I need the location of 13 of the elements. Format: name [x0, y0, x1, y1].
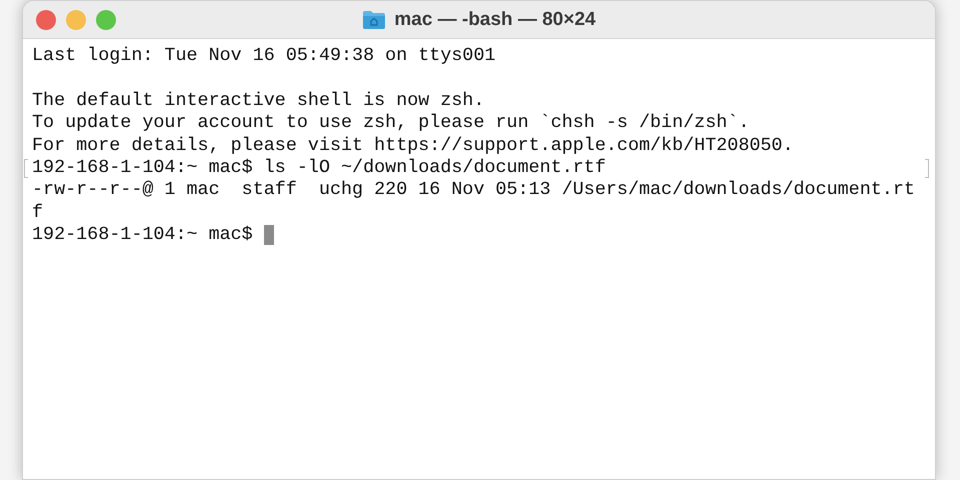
terminal-line: The default interactive shell is now zsh.	[32, 90, 484, 112]
terminal-line: f	[32, 202, 44, 224]
terminal-line: To update your account to use zsh, please run `chsh -s /bin/zsh`.	[32, 112, 750, 135]
terminal-line: Last login: Tue Nov 16 05:49:38 on ttys001	[32, 45, 496, 68]
terminal-line: 192-168-1-104:~ mac$ ls -lO ~/downloads/document.rtf	[32, 156, 606, 180]
close-button[interactable]	[36, 10, 56, 30]
zoom-button[interactable]	[96, 10, 116, 30]
minimize-button[interactable]	[66, 10, 86, 30]
terminal-line: For more details, please visit https://support.apple.com/kb/HT208050.	[32, 134, 794, 157]
window-title: mac — -bash — 80×24	[394, 8, 596, 32]
folder-icon	[362, 10, 386, 30]
terminal-line: 192-168-1-104:~ mac$	[32, 224, 254, 247]
terminal-line: -rw-r--r--@ 1 mac staff uchg 220 16 Nov 05:13 /Users/mac/downloads/document.rt	[32, 179, 915, 202]
